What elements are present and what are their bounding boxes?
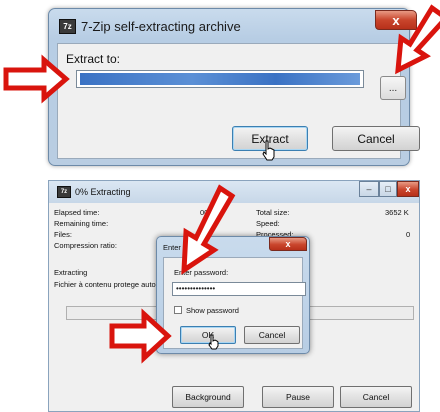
arrow-down-left-icon — [181, 184, 236, 275]
arrow-right-icon — [3, 54, 70, 104]
arrow-right-icon — [109, 308, 172, 364]
arrow-down-left-icon — [395, 4, 440, 75]
annotation-arrows — [3, 4, 440, 364]
